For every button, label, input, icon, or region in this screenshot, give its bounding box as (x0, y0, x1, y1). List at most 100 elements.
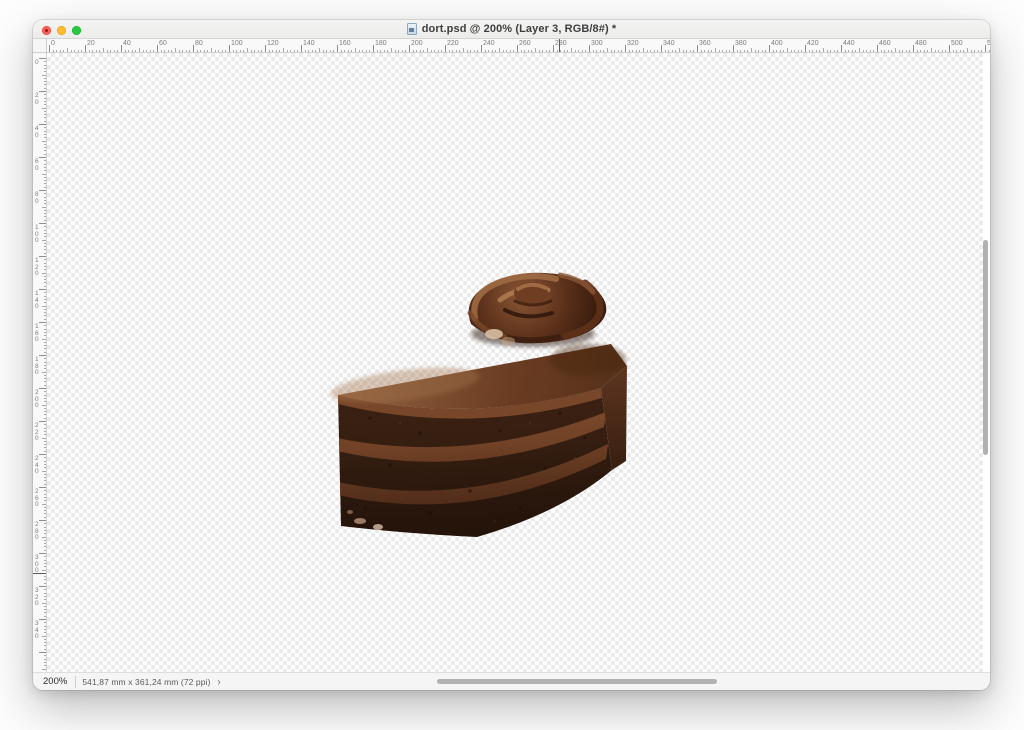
ruler-tick (301, 45, 302, 52)
ruler-label: 520 (987, 40, 990, 47)
ruler-label: 300 (591, 40, 603, 47)
ruler-tick (985, 45, 986, 52)
title-bar[interactable]: dort.psd @ 200% (Layer 3, RGB/8#) * (33, 20, 990, 39)
ruler-label: 140 (303, 40, 315, 47)
zoom-level-field[interactable]: 200% (33, 676, 75, 687)
ruler-tick (49, 45, 50, 52)
ruler-label: 40 (123, 40, 131, 47)
ruler-tick (39, 421, 46, 422)
ruler-label: 100 (35, 224, 39, 244)
minimize-button[interactable] (57, 25, 66, 35)
ruler-label: 140 (35, 290, 39, 310)
ruler-tick (39, 586, 46, 587)
ruler-tick (265, 45, 266, 52)
ruler-tick (39, 157, 46, 158)
ruler-label: 220 (35, 422, 39, 442)
ruler-label: 280 (35, 521, 39, 541)
ruler-tick (39, 223, 46, 224)
photoshop-document-window: dort.psd @ 200% (Layer 3, RGB/8#) * 0 20 4… (33, 20, 990, 690)
ruler-tick (769, 45, 770, 52)
ruler-tick (841, 45, 842, 52)
ruler-label: 320 (627, 40, 639, 47)
ruler-label: 280 (555, 40, 567, 47)
ruler-tick (39, 289, 46, 290)
ruler-label: 200 (411, 40, 423, 47)
ruler-corner[interactable] (33, 39, 47, 53)
ruler-label: 460 (879, 40, 891, 47)
ruler-label: 220 (447, 40, 459, 47)
ruler-tick (481, 45, 482, 52)
ruler-tick (39, 91, 46, 92)
ruler-tick (39, 190, 46, 191)
ruler-label: 380 (735, 40, 747, 47)
ruler-label: 240 (483, 40, 495, 47)
ruler-tick (39, 124, 46, 125)
ruler-tick (445, 45, 446, 52)
ruler-label: 360 (699, 40, 711, 47)
ruler-tick (39, 652, 46, 653)
ruler-label: 80 (195, 40, 203, 47)
ruler-label: 440 (843, 40, 855, 47)
horizontal-ruler[interactable]: 0 20 40 60 80 100 120 140 160 180 200 220 240 260 280 3… (47, 39, 990, 53)
ruler-tick (877, 45, 878, 52)
ruler-label: 120 (35, 257, 39, 277)
ruler-tick (661, 45, 662, 52)
ruler-label: 400 (771, 40, 783, 47)
ruler-label: 60 (35, 158, 39, 172)
horizontal-scrollbar-thumb[interactable] (437, 679, 717, 684)
ruler-label: 320 (35, 587, 39, 607)
ruler-tick (697, 45, 698, 52)
ruler-tick (39, 454, 46, 455)
vertical-ruler[interactable]: 0 20 40 60 80 100 120 140 160 180 200 220 240 260 280 3… (33, 53, 47, 672)
window-controls (42, 25, 81, 35)
pointer-position-indicator (33, 573, 46, 574)
ruler-tick (553, 45, 554, 52)
ruler-label: 500 (951, 40, 963, 47)
ruler-label: 0 (35, 59, 39, 66)
ruler-label: 300 (35, 554, 39, 574)
ruler-tick (625, 45, 626, 52)
ruler-tick (39, 322, 46, 323)
ruler-tick (39, 355, 46, 356)
ruler-label: 260 (519, 40, 531, 47)
document-info[interactable]: 541,87 mm x 361,24 mm (72 ppi) (76, 677, 210, 687)
close-button[interactable] (42, 25, 51, 35)
ruler-label: 240 (35, 455, 39, 475)
ruler-label: 100 (231, 40, 243, 47)
ruler-tick (39, 619, 46, 620)
ruler-tick (373, 45, 374, 52)
ruler-tick (337, 45, 338, 52)
pointer-position-indicator (559, 39, 560, 52)
ruler-tick (733, 45, 734, 52)
ruler-tick (39, 487, 46, 488)
ruler-label: 0 (51, 40, 55, 47)
ruler-label: 80 (35, 191, 39, 205)
ruler-label: 180 (35, 356, 39, 376)
ruler-label: 480 (915, 40, 927, 47)
ruler-label: 120 (267, 40, 279, 47)
ruler-label: 180 (375, 40, 387, 47)
ruler-tick (157, 45, 158, 52)
ruler-tick (193, 45, 194, 52)
ruler-tick (229, 45, 230, 52)
ruler-tick (517, 45, 518, 52)
title-group: dort.psd @ 200% (Layer 3, RGB/8#) * (406, 23, 617, 35)
ruler-label: 260 (35, 488, 39, 508)
status-chevron-icon[interactable]: › (218, 676, 221, 688)
ruler-tick (409, 45, 410, 52)
ruler-tick (39, 520, 46, 521)
ruler-tick (589, 45, 590, 52)
ruler-tick (39, 553, 46, 554)
ruler-tick (39, 388, 46, 389)
ruler-tick (85, 45, 86, 52)
ruler-label: 160 (35, 323, 39, 343)
ruler-label: 20 (87, 40, 95, 47)
ruler-tick (949, 45, 950, 52)
zoom-button[interactable] (72, 25, 81, 35)
ruler-label: 40 (35, 125, 39, 139)
ruler-label: 20 (35, 92, 39, 106)
window-title: dort.psd @ 200% (Layer 3, RGB/8#) * (421, 23, 617, 35)
ruler-label: 420 (807, 40, 819, 47)
vertical-scrollbar-thumb[interactable] (983, 240, 988, 455)
document-canvas[interactable] (47, 53, 983, 672)
